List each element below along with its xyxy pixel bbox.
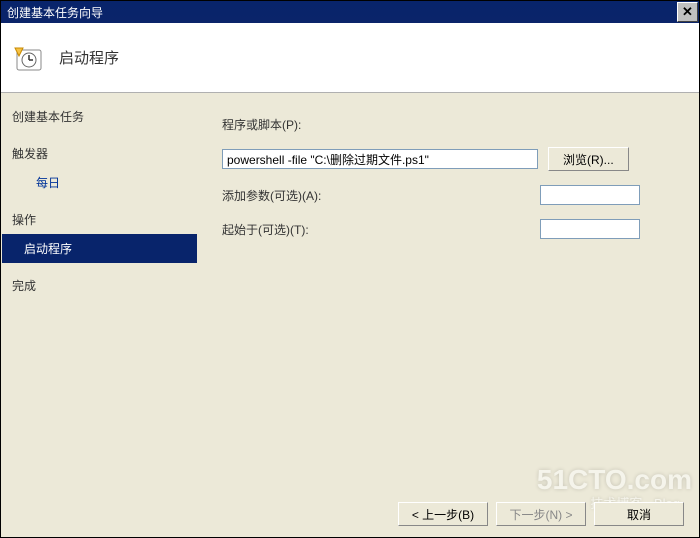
close-button[interactable]: ✕ <box>677 2 698 22</box>
sidebar-item-create-task[interactable]: 创建基本任务 <box>2 94 197 131</box>
sidebar-item-finish[interactable]: 完成 <box>2 263 197 300</box>
next-button[interactable]: 下一步(N) > <box>496 502 586 526</box>
wizard-body: 创建基本任务 触发器 每日 操作 启动程序 完成 程序或脚本(P): 浏览(R)… <box>2 94 698 536</box>
program-label: 程序或脚本(P): <box>222 116 301 133</box>
startin-label: 起始于(可选)(T): <box>222 221 342 238</box>
close-icon: ✕ <box>682 4 693 20</box>
form-area: 程序或脚本(P): 浏览(R)... 添加参数(可选)(A): 起始于(可选)(… <box>222 116 686 253</box>
wizard-window: 创建基本任务向导 ✕ 启动程序 创建基本任务 触发器 每日 操作 启动程序 完成 <box>0 0 700 538</box>
sidebar-item-trigger[interactable]: 触发器 <box>2 131 197 168</box>
window-title: 创建基本任务向导 <box>7 4 103 21</box>
titlebar: 创建基本任务向导 ✕ <box>1 1 699 23</box>
watermark-main: 51CTO.com <box>537 464 692 496</box>
browse-button[interactable]: 浏览(R)... <box>548 147 629 171</box>
wizard-nav-buttons: < 上一步(B) 下一步(N) > 取消 <box>398 502 684 526</box>
cancel-button[interactable]: 取消 <box>594 502 684 526</box>
wizard-sidebar: 创建基本任务 触发器 每日 操作 启动程序 完成 <box>2 94 197 536</box>
startin-input[interactable] <box>540 219 640 239</box>
arguments-label: 添加参数(可选)(A): <box>222 187 342 204</box>
back-button[interactable]: < 上一步(B) <box>398 502 488 526</box>
sidebar-item-action[interactable]: 操作 <box>2 197 197 234</box>
sidebar-item-start-program[interactable]: 启动程序 <box>2 234 197 263</box>
sidebar-item-daily[interactable]: 每日 <box>2 168 197 197</box>
page-title: 启动程序 <box>59 47 119 68</box>
wizard-header: 启动程序 <box>1 23 699 93</box>
program-script-input[interactable] <box>222 149 538 169</box>
scheduler-icon <box>13 42 45 74</box>
arguments-input[interactable] <box>540 185 640 205</box>
